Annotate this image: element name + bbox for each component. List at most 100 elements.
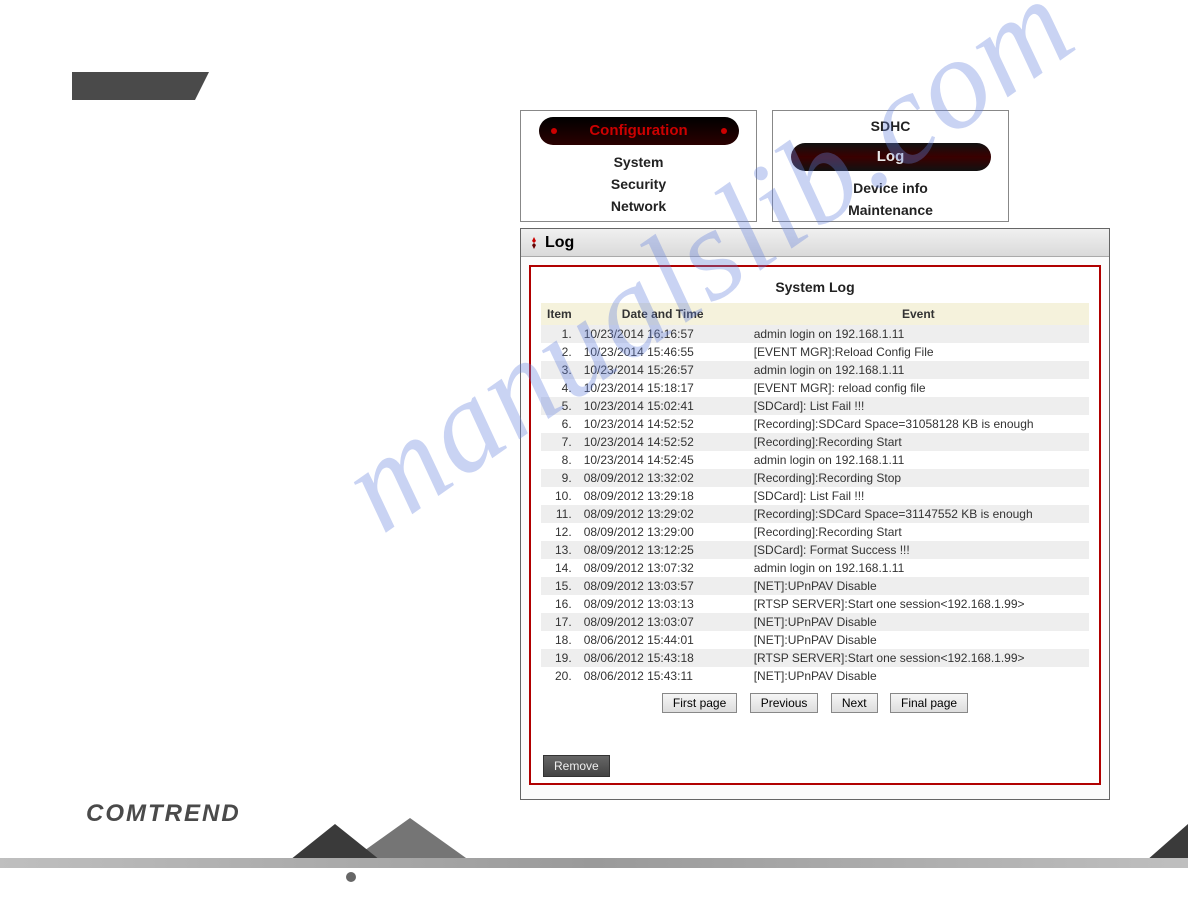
footer-decoration [0,820,1188,868]
cell-event: admin login on 192.168.1.11 [748,451,1089,469]
cell-event: [Recording]:Recording Start [748,433,1089,451]
cell-event: admin login on 192.168.1.11 [748,559,1089,577]
pager: First page Previous Next Final page [541,693,1089,713]
col-event: Event [748,303,1089,325]
previous-button[interactable]: Previous [750,693,819,713]
cell-item: 14. [541,559,578,577]
cell-event: [SDCard]: List Fail !!! [748,397,1089,415]
cell-event: [EVENT MGR]:Reload Config File [748,343,1089,361]
cell-datetime: 10/23/2014 16:16:57 [578,325,748,343]
table-row: 13.08/09/2012 13:12:25[SDCard]: Format S… [541,541,1089,559]
cell-datetime: 10/23/2014 15:02:41 [578,397,748,415]
nav-left-box: Configuration System Security Network [520,110,757,222]
cell-item: 8. [541,451,578,469]
system-log-title: System Log [541,279,1089,295]
table-row: 19.08/06/2012 15:43:18[RTSP SERVER]:Star… [541,649,1089,667]
cell-event: [RTSP SERVER]:Start one session<192.168.… [748,595,1089,613]
cell-event: [NET]:UPnPAV Disable [748,667,1089,685]
cell-item: 19. [541,649,578,667]
log-label: Log [877,148,905,165]
cell-event: [NET]:UPnPAV Disable [748,613,1089,631]
cell-item: 15. [541,577,578,595]
cell-event: [Recording]:SDCard Space=31147552 KB is … [748,505,1089,523]
dot-icon [721,128,727,134]
cell-datetime: 08/09/2012 13:12:25 [578,541,748,559]
cell-event: admin login on 192.168.1.11 [748,361,1089,379]
table-row: 20.08/06/2012 15:43:11[NET]:UPnPAV Disab… [541,667,1089,685]
cell-item: 20. [541,667,578,685]
first-page-button[interactable]: First page [662,693,737,713]
next-button[interactable]: Next [831,693,878,713]
cell-datetime: 08/06/2012 15:43:11 [578,667,748,685]
remove-button[interactable]: Remove [543,755,610,777]
col-item: Item [541,303,578,325]
cell-item: 17. [541,613,578,631]
cell-item: 13. [541,541,578,559]
cell-datetime: 08/09/2012 13:29:02 [578,505,748,523]
cell-datetime: 10/23/2014 14:52:45 [578,451,748,469]
syslog-table: Item Date and Time Event 1.10/23/2014 16… [541,303,1089,685]
table-row: 2.10/23/2014 15:46:55[EVENT MGR]:Reload … [541,343,1089,361]
cell-item: 2. [541,343,578,361]
table-row: 5.10/23/2014 15:02:41[SDCard]: List Fail… [541,397,1089,415]
decorative-shape [72,72,195,100]
cell-event: [NET]:UPnPAV Disable [748,631,1089,649]
cell-item: 12. [541,523,578,541]
table-row: 8.10/23/2014 14:52:45admin login on 192.… [541,451,1089,469]
cell-item: 3. [541,361,578,379]
nav-item-security[interactable]: Security [521,173,756,195]
cell-datetime: 08/09/2012 13:29:00 [578,523,748,541]
cell-event: [SDCard]: Format Success !!! [748,541,1089,559]
cell-event: [Recording]:Recording Start [748,523,1089,541]
log-panel-header: Log [521,229,1109,257]
cell-item: 10. [541,487,578,505]
cell-datetime: 10/23/2014 14:52:52 [578,433,748,451]
cell-datetime: 10/23/2014 15:46:55 [578,343,748,361]
cell-event: [NET]:UPnPAV Disable [748,577,1089,595]
cell-item: 5. [541,397,578,415]
table-row: 4.10/23/2014 15:18:17[EVENT MGR]: reload… [541,379,1089,397]
nav-item-network[interactable]: Network [521,195,756,217]
table-row: 16.08/09/2012 13:03:13[RTSP SERVER]:Star… [541,595,1089,613]
nav-item-sdhc[interactable]: SDHC [773,115,1008,137]
final-page-button[interactable]: Final page [890,693,968,713]
table-row: 3.10/23/2014 15:26:57admin login on 192.… [541,361,1089,379]
table-row: 17.08/09/2012 13:03:07[NET]:UPnPAV Disab… [541,613,1089,631]
cell-item: 16. [541,595,578,613]
configuration-pill[interactable]: Configuration [539,117,739,145]
dot-icon [346,872,356,882]
log-pill[interactable]: Log [791,143,991,171]
table-row: 18.08/06/2012 15:44:01[NET]:UPnPAV Disab… [541,631,1089,649]
table-row: 7.10/23/2014 14:52:52[Recording]:Recordi… [541,433,1089,451]
cell-item: 9. [541,469,578,487]
table-row: 1.10/23/2014 16:16:57admin login on 192.… [541,325,1089,343]
cell-datetime: 08/06/2012 15:43:18 [578,649,748,667]
cell-item: 1. [541,325,578,343]
table-row: 12.08/09/2012 13:29:00[Recording]:Record… [541,523,1089,541]
cell-event: admin login on 192.168.1.11 [748,325,1089,343]
cell-event: [SDCard]: List Fail !!! [748,487,1089,505]
table-row: 14.08/09/2012 13:07:32admin login on 192… [541,559,1089,577]
cell-item: 18. [541,631,578,649]
table-row: 15.08/09/2012 13:03:57[NET]:UPnPAV Disab… [541,577,1089,595]
table-row: 11.08/09/2012 13:29:02[Recording]:SDCard… [541,505,1089,523]
footer-strip [0,858,1188,868]
cell-datetime: 08/09/2012 13:03:07 [578,613,748,631]
log-title: Log [545,234,574,252]
configuration-label: Configuration [589,122,687,139]
nav-item-device-info[interactable]: Device info [773,177,1008,199]
cell-datetime: 10/23/2014 15:26:57 [578,361,748,379]
nav-item-system[interactable]: System [521,151,756,173]
cell-datetime: 08/09/2012 13:03:13 [578,595,748,613]
nav-item-maintenance[interactable]: Maintenance [773,199,1008,221]
cell-datetime: 08/06/2012 15:44:01 [578,631,748,649]
cell-event: [RTSP SERVER]:Start one session<192.168.… [748,649,1089,667]
nav-right-box: SDHC Log Device info Maintenance [772,110,1009,222]
cell-datetime: 08/09/2012 13:03:57 [578,577,748,595]
log-icon [527,236,541,250]
cell-event: [Recording]:SDCard Space=31058128 KB is … [748,415,1089,433]
cell-item: 7. [541,433,578,451]
cell-datetime: 08/09/2012 13:07:32 [578,559,748,577]
cell-item: 6. [541,415,578,433]
col-datetime: Date and Time [578,303,748,325]
